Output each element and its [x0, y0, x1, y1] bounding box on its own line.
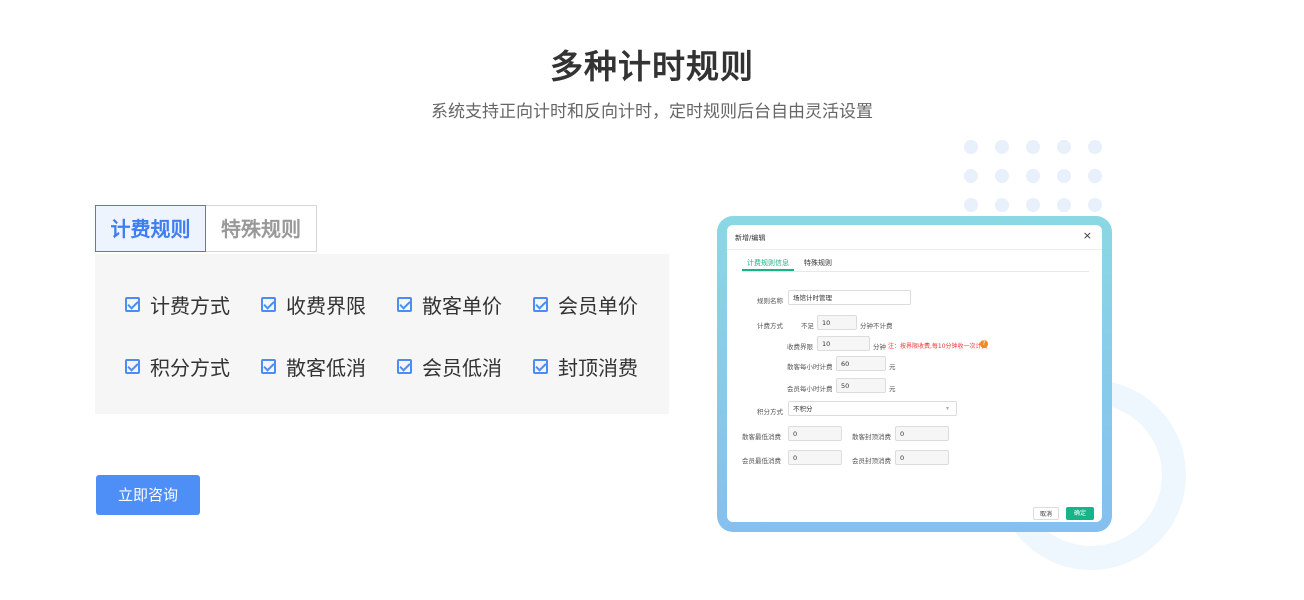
tablet-mockup: 新增/编辑 × 计费规则信息 特殊规则 规则名称 场馆计时管理 计费方式 不足 … — [717, 216, 1112, 532]
limit-note: 注：按界限收费,每10分钟收一次计费 — [888, 343, 988, 350]
cancel-button[interactable]: 取消 — [1033, 507, 1059, 520]
member-hourly-label: 会员每小时计费 — [787, 385, 833, 393]
checkbox-icon — [125, 296, 140, 312]
feature-label: 收费界限 — [286, 293, 366, 318]
checkbox-icon — [533, 358, 548, 374]
feature-label: 散客低消 — [286, 355, 366, 380]
feature-label: 计费方式 — [150, 293, 230, 318]
dialog-title: 新增/编辑 — [735, 234, 766, 242]
feature-item: 积分方式 — [125, 353, 230, 380]
limit-unit: 分钟 — [873, 343, 886, 351]
limit-input[interactable]: 10 — [817, 336, 870, 351]
feature-item: 计费方式 — [125, 291, 230, 318]
dialog-window: 新增/编辑 × 计费规则信息 特殊规则 规则名称 场馆计时管理 计费方式 不足 … — [727, 225, 1102, 522]
feature-label: 会员单价 — [558, 293, 638, 318]
points-select[interactable]: 不积分 — [788, 401, 957, 416]
member-cap-label: 会员封顶消费 — [852, 457, 891, 465]
member-hourly-input[interactable]: 50 — [836, 378, 886, 393]
tab-special-rule[interactable]: 特殊规则 — [804, 258, 832, 268]
checkbox-icon — [533, 296, 548, 312]
yuan-unit: 元 — [889, 363, 896, 371]
feature-label: 封顶消费 — [558, 355, 638, 380]
divider — [727, 249, 1102, 250]
checkbox-icon — [261, 358, 276, 374]
checkbox-icon — [397, 358, 412, 374]
chevron-down-icon: ▾ — [946, 405, 950, 412]
guest-min-input[interactable]: 0 — [788, 426, 842, 441]
points-label: 积分方式 — [757, 408, 783, 416]
guest-hourly-input[interactable]: 60 — [836, 356, 886, 371]
guest-cap-label: 散客封顶消费 — [852, 433, 891, 441]
guest-hourly-label: 散客每小时计费 — [787, 363, 833, 371]
consult-button[interactable]: 立即咨询 — [96, 475, 200, 515]
under-minutes-input[interactable]: 10 — [817, 315, 857, 330]
feature-item: 收费界限 — [261, 291, 366, 318]
feature-item: 会员低消 — [397, 353, 502, 380]
yuan-unit: 元 — [889, 385, 896, 393]
member-min-label: 会员最低消费 — [742, 457, 781, 465]
feature-item: 会员单价 — [533, 291, 638, 318]
help-icon[interactable]: ? — [980, 340, 988, 348]
limit-label: 收费界限 — [787, 343, 813, 351]
feature-item: 散客单价 — [397, 291, 502, 318]
under-text: 不足 — [801, 322, 814, 330]
confirm-button[interactable]: 确定 — [1066, 507, 1094, 520]
minutes-free-text: 分钟不计费 — [860, 322, 893, 330]
page-title: 多种计时规则 — [550, 47, 754, 86]
checkbox-icon — [397, 296, 412, 312]
checkbox-icon — [261, 296, 276, 312]
rule-name-label: 规则名称 — [757, 297, 783, 305]
feature-panel: 计费方式 收费界限 散客单价 会员单价 积分方式 散客低消 会员低消 封顶消费 — [95, 254, 669, 414]
guest-min-label: 散客最低消费 — [742, 433, 781, 441]
member-min-input[interactable]: 0 — [788, 450, 842, 465]
feature-label: 散客单价 — [422, 293, 502, 318]
member-cap-input[interactable]: 0 — [895, 450, 949, 465]
divider — [742, 271, 1089, 272]
billing-method-label: 计费方式 — [757, 322, 783, 330]
guest-cap-input[interactable]: 0 — [895, 426, 949, 441]
tab-billing-rules[interactable]: 计费规则 — [95, 205, 206, 252]
rule-name-input[interactable]: 场馆计时管理 — [788, 290, 911, 305]
tab-special-rules[interactable]: 特殊规则 — [206, 205, 317, 252]
tab-billing-info[interactable]: 计费规则信息 — [747, 258, 789, 268]
feature-label: 会员低消 — [422, 355, 502, 380]
page-subtitle: 系统支持正向计时和反向计时，定时规则后台自由灵活设置 — [431, 102, 873, 122]
feature-item: 散客低消 — [261, 353, 366, 380]
feature-item: 封顶消费 — [533, 353, 638, 380]
feature-label: 积分方式 — [150, 355, 230, 380]
checkbox-icon — [125, 358, 140, 374]
close-icon[interactable]: × — [1083, 229, 1092, 242]
